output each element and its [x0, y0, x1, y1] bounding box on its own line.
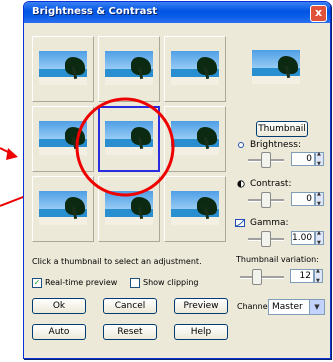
arrowhead-upper — [6, 148, 18, 160]
show-clipping-label[interactable]: Show clipping — [143, 278, 199, 287]
brightness-spinner[interactable] — [315, 151, 324, 167]
auto-button[interactable]: Auto — [32, 324, 86, 340]
beach-thumbnail-image — [105, 191, 153, 225]
thumbnail-1[interactable] — [32, 36, 94, 102]
beach-thumbnail-image — [171, 51, 219, 85]
variation-slider-track[interactable] — [240, 276, 284, 279]
realtime-preview-label[interactable]: Real-time preview — [45, 278, 117, 287]
beach-thumbnail-image — [39, 51, 87, 85]
original-preview-image — [252, 50, 300, 84]
cancel-button[interactable]: Cancel — [103, 298, 157, 314]
close-button[interactable]: x — [310, 5, 327, 22]
reset-button[interactable]: Reset — [103, 324, 157, 340]
beach-thumbnail-image — [171, 121, 219, 155]
brightness-field[interactable]: 0 — [291, 152, 315, 166]
contrast-spinner[interactable] — [315, 191, 324, 207]
thumbnail-4[interactable] — [32, 106, 94, 172]
gamma-spinner[interactable] — [315, 230, 324, 246]
variation-field[interactable]: 12 — [290, 269, 314, 283]
gamma-label: Gamma: — [250, 218, 289, 228]
gamma-slider-thumb[interactable] — [261, 231, 271, 247]
beach-thumbnail-image — [171, 191, 219, 225]
thumbnail-variation-label: Thumbnail variation: — [236, 255, 319, 264]
beach-thumbnail-image — [105, 51, 153, 85]
brightness-contrast-dialog: Brightness & Contrast x Thumbnail Bright… — [23, 1, 331, 359]
contrast-icon — [237, 180, 245, 188]
variation-slider-thumb[interactable] — [252, 269, 262, 285]
beach-thumbnail-image — [39, 191, 87, 225]
beach-thumbnail-image — [39, 121, 87, 155]
preview-button[interactable]: Preview — [174, 298, 228, 314]
title-bar: Brightness & Contrast x — [24, 2, 330, 23]
gamma-field[interactable]: 1.00 — [291, 231, 315, 245]
thumbnail-6[interactable] — [164, 106, 226, 172]
thumbnail-9[interactable] — [164, 176, 226, 242]
contrast-label: Contrast: — [250, 179, 292, 189]
thumbnail-3[interactable] — [164, 36, 226, 102]
channel-select[interactable]: Master ▼ — [268, 299, 325, 315]
contrast-field[interactable]: 0 — [291, 192, 315, 206]
thumbnail-grid — [32, 36, 230, 246]
thumbnail-5-selected[interactable] — [98, 106, 160, 172]
window-title: Brightness & Contrast — [32, 6, 158, 17]
chevron-down-icon[interactable]: ▼ — [309, 300, 324, 314]
close-icon: x — [314, 6, 323, 19]
instruction-text: Click a thumbnail to select an adjustmen… — [32, 257, 202, 266]
show-clipping-checkbox[interactable] — [130, 278, 140, 288]
gamma-icon — [235, 219, 245, 227]
brightness-label: Brightness: — [250, 140, 301, 150]
beach-thumbnail-image — [105, 121, 153, 155]
thumbnail-7[interactable] — [32, 176, 94, 242]
help-button[interactable]: Help — [174, 324, 228, 340]
thumbnail-2[interactable] — [98, 36, 160, 102]
realtime-preview-checkbox[interactable]: ✓ — [32, 278, 42, 288]
thumbnail-8[interactable] — [98, 176, 160, 242]
ok-button[interactable]: Ok — [32, 298, 86, 314]
brightness-icon — [238, 142, 244, 148]
channel-value: Master — [272, 302, 303, 312]
brightness-slider-thumb[interactable] — [261, 152, 271, 168]
contrast-slider-thumb[interactable] — [261, 192, 271, 208]
variation-spinner[interactable] — [314, 268, 323, 284]
thumbnail-button[interactable]: Thumbnail — [256, 121, 308, 137]
